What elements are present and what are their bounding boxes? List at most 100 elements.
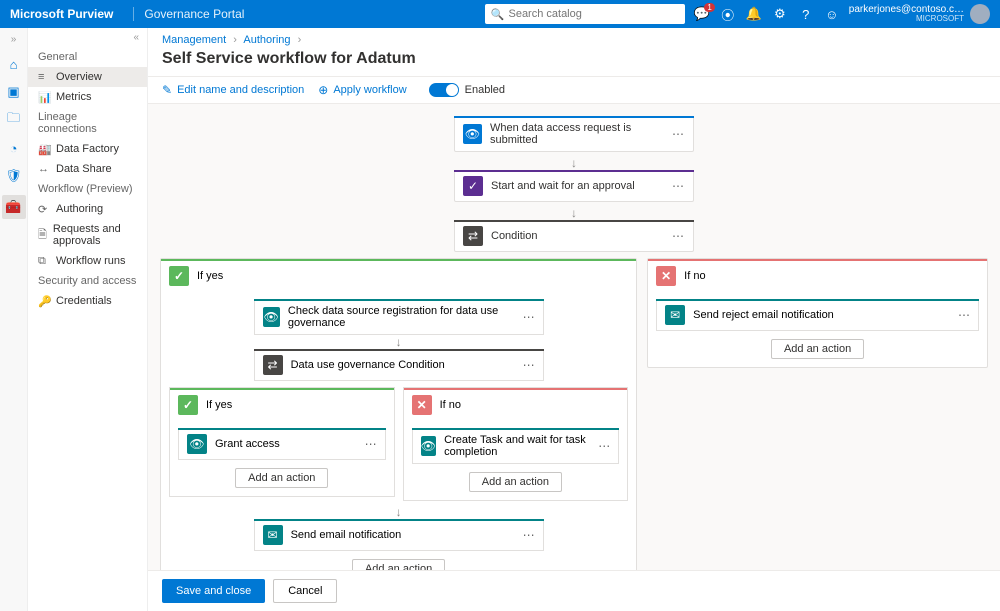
arrow-icon: ↓ [160,156,988,170]
search-icon: 🔍 [491,8,505,21]
enabled-toggle[interactable] [429,83,459,97]
avatar[interactable] [970,4,990,24]
user-block[interactable]: parkerjones@contoso.c… MICROSOFT [849,4,964,24]
overview-label: Overview [56,71,102,83]
nested-no-head[interactable]: ✕ If no [404,388,628,420]
datafactory-icon: 🏭 [38,143,50,155]
sidebar-item-authoring[interactable]: ⟳Authoring [28,199,147,219]
add-action-button[interactable]: Add an action [352,559,445,570]
condition-label: Condition [491,230,537,242]
breadcrumb: Management › Authoring › [148,28,1000,48]
eye-icon: 👁 [421,436,437,456]
approval-menu-icon[interactable]: ⋯ [672,179,685,193]
edit-name-button[interactable]: ✎Edit name and description [162,83,304,97]
sidebar-item-data-factory[interactable]: 🏭Data Factory [28,139,147,159]
search-input[interactable] [508,8,678,20]
metrics-label: Metrics [56,91,91,103]
add-action-button[interactable]: Add an action [469,472,562,492]
grant-card[interactable]: 👁 Grant access ⋯ [178,428,386,460]
datause-menu-icon[interactable]: ⋯ [523,358,535,372]
footer: Save and close Cancel [148,570,1000,611]
help-icon[interactable]: ? [799,7,813,21]
sidebar-item-data-share[interactable]: ↔ Data Share [28,159,147,179]
check-icon: ✓ [178,395,198,415]
overview-icon: ≡ [38,71,50,83]
runs-label: Workflow runs [56,255,125,267]
main-area: Management › Authoring › Self Service wo… [148,28,1000,611]
search-box[interactable]: 🔍 [485,4,685,24]
nested-yes-head[interactable]: ✓ If yes [170,388,394,420]
page-title: Self Service workflow for Adatum [148,48,1000,76]
check-reg-menu-icon[interactable]: ⋯ [523,310,535,324]
enabled-label: Enabled [465,84,505,96]
gear-icon[interactable]: ⚙ [773,7,787,21]
collapse-sidebar-icon[interactable]: « [28,28,147,47]
sidebar-item-overview[interactable]: ≡ Overview [28,67,147,87]
pencil-icon: ✎ [162,83,172,97]
task-menu-icon[interactable]: ⋯ [598,439,610,453]
trigger-label: When data access request is submitted [490,122,672,146]
section-security: Security and access [28,271,147,291]
create-task-card[interactable]: 👁 Create Task and wait for task completi… [412,428,620,464]
cancel-button[interactable]: Cancel [273,579,337,603]
send-reject-label: Send reject email notification [693,309,834,321]
crumb-management[interactable]: Management [162,34,226,46]
save-button[interactable]: Save and close [162,579,265,603]
sidebar-item-metrics[interactable]: 📊 Metrics [28,87,147,107]
notif-badge: 1 [704,3,714,12]
condition-card[interactable]: ⇄ Condition ⋯ [454,220,694,252]
apply-label: Apply workflow [333,84,406,96]
section-lineage: Lineage connections [28,107,147,139]
top-bar: Microsoft Purview Governance Portal 🔍 💬1… [0,0,1000,28]
language-icon[interactable]: ⦿ [721,7,735,21]
send-reject-card[interactable]: ✉ Send reject email notification ⋯ [656,299,979,331]
credentials-icon: 🔑 [38,295,50,307]
workflow-canvas[interactable]: 👁 When data access request is submitted … [148,104,1000,570]
smile-icon[interactable]: ☺ [825,7,839,21]
check-reg-card[interactable]: 👁 Check data source registration for dat… [254,299,544,335]
bell-icon[interactable]: 🔔 [747,7,761,21]
if-no-head[interactable]: ✕ If no [648,259,987,291]
rail-sources-icon[interactable]: ▣ [5,83,23,101]
apply-icon: ⊕ [318,83,328,97]
rail-management-icon[interactable]: 🧰 [2,195,26,219]
reject-menu-icon[interactable]: ⋯ [958,308,970,322]
expand-rail-icon[interactable]: » [11,34,17,45]
send-email-card[interactable]: ✉ Send email notification ⋯ [254,519,544,551]
crumb-authoring[interactable]: Authoring [243,34,290,46]
condition-icon: ⇄ [463,226,483,246]
condition-menu-icon[interactable]: ⋯ [672,229,685,243]
add-action-button[interactable]: Add an action [771,339,864,359]
feedback-icon[interactable]: 💬1 [695,7,709,21]
rail-policy-icon[interactable]: 🛡 [5,167,23,185]
metrics-icon: 📊 [38,91,50,103]
if-yes-box: ✓ If yes 👁 Check data source registratio… [160,258,637,570]
grant-menu-icon[interactable]: ⋯ [365,437,377,451]
sidebar-item-credentials[interactable]: 🔑Credentials [28,291,147,311]
ds-label: Data Share [56,163,112,175]
approval-card[interactable]: ✓ Start and wait for an approval ⋯ [454,170,694,202]
datause-cond-card[interactable]: ⇄ Data use governance Condition ⋯ [254,349,544,381]
if-yes-head[interactable]: ✓ If yes [161,259,636,291]
trigger-menu-icon[interactable]: ⋯ [672,127,685,141]
approval-icon: ✓ [463,176,483,196]
nav-rail: » ⌂ ▣ 🗀 ◔ 🛡 🧰 [0,28,28,611]
sidebar-item-runs[interactable]: ⧉Workflow runs [28,251,147,271]
email-menu-icon[interactable]: ⋯ [523,528,535,542]
trigger-card[interactable]: 👁 When data access request is submitted … [454,116,694,152]
x-icon: ✕ [412,395,432,415]
check-reg-label: Check data source registration for data … [288,305,523,329]
section-workflow: Workflow (Preview) [28,179,147,199]
enabled-toggle-wrap: Enabled [429,83,505,97]
crumb-sep-1: › [233,34,237,46]
datause-label: Data use governance Condition [291,359,445,371]
add-action-button[interactable]: Add an action [235,468,328,488]
authoring-icon: ⟳ [38,203,50,215]
arrow-icon: ↓ [160,206,988,220]
rail-insights-icon[interactable]: ◔ [5,139,23,157]
rail-home-icon[interactable]: ⌂ [5,55,23,73]
rail-map-icon[interactable]: 🗀 [5,111,23,129]
sidebar-item-requests[interactable]: 🗎Requests and approvals [28,219,147,251]
apply-workflow-button[interactable]: ⊕ Apply workflow [318,83,406,97]
datashare-icon: ↔ [38,163,50,175]
